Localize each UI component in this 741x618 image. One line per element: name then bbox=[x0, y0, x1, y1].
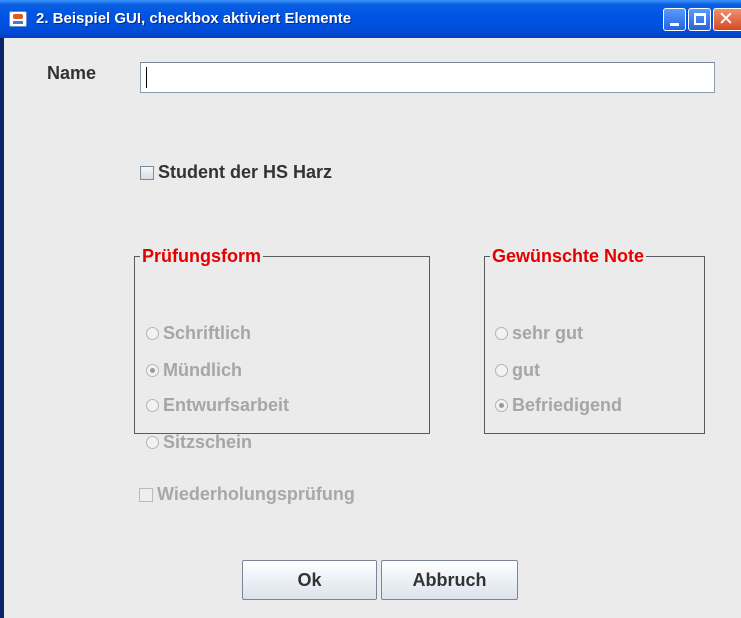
cancel-button[interactable]: Abbruch bbox=[381, 560, 518, 600]
minimize-icon bbox=[670, 23, 679, 26]
wiederholung-checkbox-label[interactable]: Wiederholungsprüfung bbox=[157, 484, 355, 505]
name-label: Name bbox=[47, 63, 97, 83]
radio-gut-label[interactable]: gut bbox=[512, 360, 540, 381]
student-checkbox-label[interactable]: Student der HS Harz bbox=[158, 162, 332, 183]
radio-schriftlich-label[interactable]: Schriftlich bbox=[163, 323, 251, 344]
minimize-button[interactable] bbox=[663, 8, 686, 31]
radio-entwurfsarbeit-label[interactable]: Entwurfsarbeit bbox=[163, 395, 289, 416]
pruefungsform-group-title: Prüfungsform bbox=[140, 245, 263, 267]
radio-muendlich[interactable] bbox=[146, 364, 159, 377]
close-button[interactable]: ✕ bbox=[713, 8, 741, 31]
radio-schriftlich[interactable] bbox=[146, 327, 159, 340]
maximize-icon bbox=[694, 13, 706, 25]
radio-sitzschein[interactable] bbox=[146, 436, 159, 449]
radio-muendlich-label[interactable]: Mündlich bbox=[163, 360, 242, 381]
radio-entwurfsarbeit[interactable] bbox=[146, 399, 159, 412]
ok-button[interactable]: Ok bbox=[242, 560, 377, 600]
name-input[interactable] bbox=[140, 62, 715, 93]
java-app-icon bbox=[9, 11, 27, 27]
radio-befriedigend-label[interactable]: Befriedigend bbox=[512, 395, 622, 416]
client-area: Name Student der HS Harz Prüfungsform Sc… bbox=[4, 38, 741, 618]
close-icon: ✕ bbox=[718, 8, 734, 30]
gewuenschte-note-group-title: Gewünschte Note bbox=[490, 245, 647, 267]
gewuenschte-note-group: Gewünschte Note sehr gut gut Befriedigen… bbox=[484, 245, 705, 434]
maximize-button[interactable] bbox=[688, 8, 711, 31]
radio-befriedigend[interactable] bbox=[495, 399, 508, 412]
radio-sehr-gut-label[interactable]: sehr gut bbox=[512, 323, 583, 344]
radio-gut[interactable] bbox=[495, 364, 508, 377]
radio-sehr-gut[interactable] bbox=[495, 327, 508, 340]
radio-sitzschein-label[interactable]: Sitzschein bbox=[163, 432, 252, 453]
pruefungsform-group: Prüfungsform Schriftlich Mündlich Entwur… bbox=[134, 245, 430, 452]
window-title: 2. Beispiel GUI, checkbox aktiviert Elem… bbox=[36, 10, 352, 27]
student-checkbox[interactable] bbox=[140, 166, 154, 180]
title-bar[interactable]: 2. Beispiel GUI, checkbox aktiviert Elem… bbox=[0, 0, 741, 38]
text-caret bbox=[146, 67, 147, 88]
wiederholung-checkbox[interactable] bbox=[139, 488, 153, 502]
application-window: 2. Beispiel GUI, checkbox aktiviert Elem… bbox=[0, 0, 741, 618]
